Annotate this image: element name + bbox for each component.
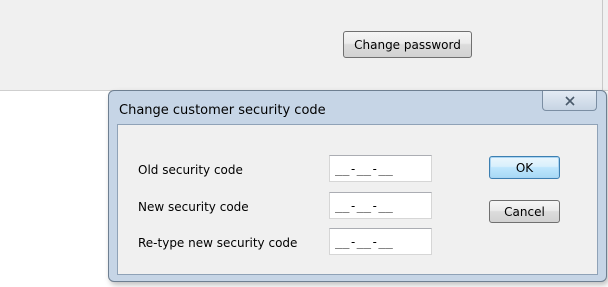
close-button[interactable] bbox=[542, 91, 597, 111]
dialog-title: Change customer security code bbox=[119, 103, 326, 118]
parent-window-panel bbox=[0, 0, 608, 91]
change-password-button[interactable]: Change password bbox=[343, 31, 472, 58]
close-icon bbox=[564, 95, 575, 106]
old-security-code-input[interactable]: __-__-__ bbox=[329, 155, 432, 182]
dialog-client-area: Old security code __-__-__ New security … bbox=[117, 124, 598, 275]
new-security-code-label: New security code bbox=[138, 200, 249, 214]
retype-security-code-label: Re-type new security code bbox=[138, 236, 298, 250]
change-security-code-dialog: Change customer security code Old securi… bbox=[108, 90, 607, 282]
ok-button[interactable]: OK bbox=[489, 156, 560, 179]
old-security-code-label: Old security code bbox=[138, 163, 243, 177]
parent-window-edge bbox=[602, 0, 603, 90]
new-security-code-input[interactable]: __-__-__ bbox=[329, 192, 432, 219]
cancel-button[interactable]: Cancel bbox=[489, 200, 560, 223]
retype-security-code-input[interactable]: __-__-__ bbox=[329, 228, 432, 255]
